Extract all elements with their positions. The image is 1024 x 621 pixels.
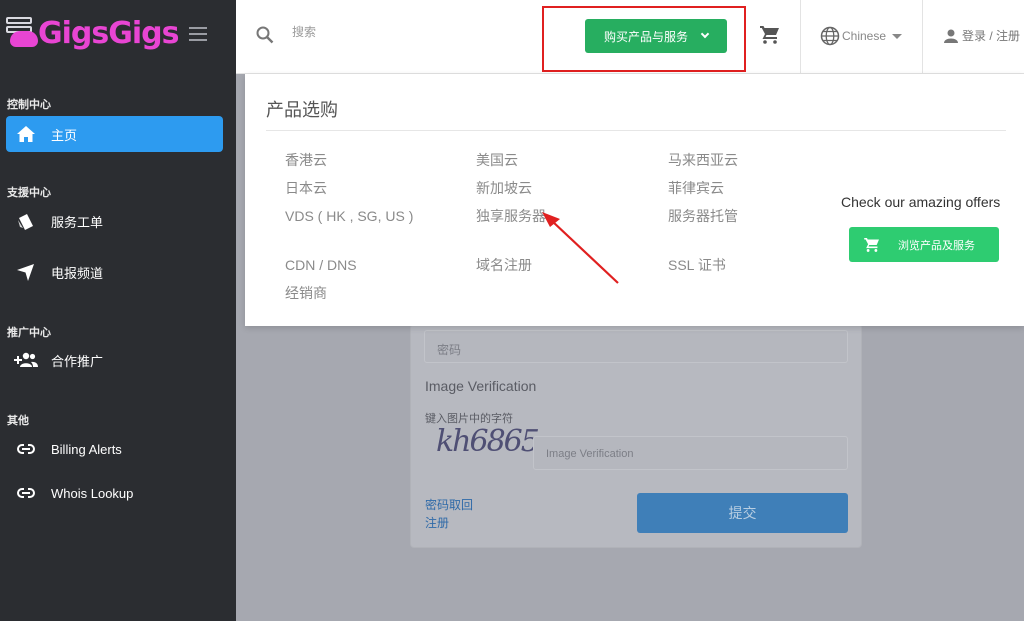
search-input[interactable] bbox=[292, 25, 442, 39]
divider bbox=[922, 0, 923, 74]
topbar: 购买产品与服务 Chinese 登录 / 注册 bbox=[236, 0, 1024, 74]
sidebar-item-label: 合作推广 bbox=[51, 353, 104, 369]
server-cloud-icon bbox=[4, 15, 38, 51]
sidebar-item-label: 服务工单 bbox=[51, 214, 104, 230]
section-title-control: 控制中心 bbox=[7, 99, 51, 111]
verification-heading: Image Verification bbox=[425, 378, 537, 394]
captcha-image: kh6865 bbox=[436, 424, 540, 459]
browse-products-button[interactable]: 浏览产品及服务 bbox=[849, 227, 999, 262]
brand-name: GigsGigs bbox=[38, 15, 179, 51]
sidebar-item-label: 电报频道 bbox=[51, 265, 104, 281]
language-label: Chinese bbox=[842, 29, 887, 43]
product-link-colocation[interactable]: 服务器托管 bbox=[668, 206, 738, 226]
sidebar-item-billing-alerts[interactable]: Billing Alerts bbox=[6, 431, 223, 467]
product-link-us-cloud[interactable]: 美国云 bbox=[476, 150, 518, 170]
home-icon bbox=[8, 126, 44, 142]
sidebar-item-label: Billing Alerts bbox=[51, 441, 122, 457]
sidebar-item-affiliate[interactable]: 合作推广 bbox=[6, 342, 223, 378]
product-link-cdn-dns[interactable]: CDN / DNS bbox=[285, 255, 357, 275]
product-link-ph-cloud[interactable]: 菲律宾云 bbox=[668, 178, 724, 198]
login-register-link[interactable]: 登录 / 注册 bbox=[944, 27, 1020, 44]
divider bbox=[266, 130, 1006, 131]
dropdown-title: 产品选购 bbox=[266, 100, 338, 120]
product-link-reseller[interactable]: 经销商 bbox=[285, 283, 327, 303]
product-link-vds[interactable]: VDS ( HK , SG, US ) bbox=[285, 206, 415, 226]
offers-text: Check our amazing offers bbox=[841, 194, 1001, 210]
search-icon[interactable] bbox=[256, 26, 274, 49]
buy-products-button[interactable]: 购买产品与服务 bbox=[585, 19, 727, 53]
sidebar-item-telegram[interactable]: 电报频道 bbox=[6, 254, 223, 290]
product-link-jp-cloud[interactable]: 日本云 bbox=[285, 178, 327, 198]
link-icon bbox=[8, 443, 44, 455]
ticket-icon bbox=[8, 212, 44, 230]
logo[interactable]: GigsGigs bbox=[4, 8, 179, 58]
product-link-hk-cloud[interactable]: 香港云 bbox=[285, 150, 327, 170]
send-icon bbox=[8, 263, 44, 281]
cart-icon bbox=[864, 237, 879, 252]
cart-icon[interactable] bbox=[760, 26, 780, 49]
sidebar-item-home[interactable]: 主页 bbox=[6, 116, 223, 152]
products-dropdown: 产品选购 香港云 日本云 VDS ( HK , SG, US ) CDN / D… bbox=[245, 74, 1024, 326]
section-title-support: 支援中心 bbox=[7, 187, 51, 199]
sidebar: GigsGigs 控制中心 主页 支援中心 服务工单 电报频道 推广中心 合作推… bbox=[0, 0, 236, 621]
caret-down-icon bbox=[892, 33, 903, 39]
product-link-ssl[interactable]: SSL 证书 bbox=[668, 255, 726, 275]
register-link[interactable]: 注册 bbox=[425, 514, 449, 531]
sidebar-item-label: 主页 bbox=[51, 127, 78, 143]
product-link-domain[interactable]: 域名注册 bbox=[476, 255, 532, 275]
users-add-icon bbox=[8, 352, 44, 368]
annotation-arrow-icon bbox=[542, 212, 619, 284]
product-link-my-cloud[interactable]: 马来西亚云 bbox=[668, 150, 738, 170]
submit-button[interactable]: 提交 bbox=[637, 493, 848, 533]
link-icon bbox=[8, 487, 44, 499]
browse-products-label: 浏览产品及服务 bbox=[898, 239, 975, 252]
login-label: 登录 / 注册 bbox=[962, 29, 1021, 43]
globe-icon bbox=[820, 26, 840, 46]
sidebar-item-whois[interactable]: Whois Lookup bbox=[6, 475, 223, 511]
section-title-other: 其他 bbox=[7, 415, 29, 427]
menu-toggle-icon[interactable] bbox=[189, 27, 207, 45]
password-field[interactable]: 密码 bbox=[424, 330, 848, 363]
user-icon bbox=[944, 29, 958, 43]
section-title-affiliate: 推广中心 bbox=[7, 327, 51, 339]
divider bbox=[800, 0, 801, 74]
verification-input[interactable]: Image Verification bbox=[533, 436, 848, 470]
language-selector[interactable]: Chinese bbox=[820, 26, 903, 46]
product-link-sg-cloud[interactable]: 新加坡云 bbox=[476, 178, 532, 198]
buy-products-label: 购买产品与服务 bbox=[603, 29, 688, 44]
chevron-down-icon bbox=[700, 29, 710, 39]
sidebar-item-label: Whois Lookup bbox=[51, 485, 134, 501]
forgot-password-link[interactable]: 密码取回 bbox=[425, 496, 473, 513]
sidebar-item-tickets[interactable]: 服务工单 bbox=[6, 203, 223, 239]
